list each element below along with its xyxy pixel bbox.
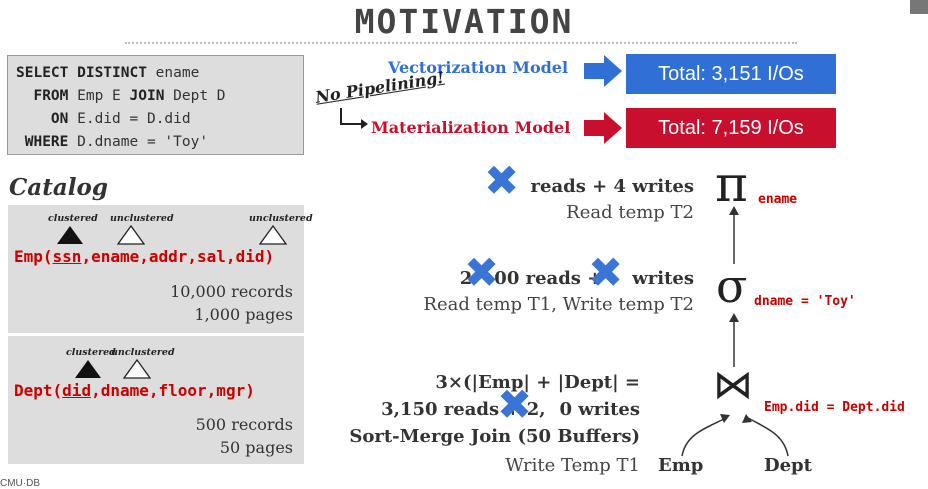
- sql-text: Emp E: [68, 88, 130, 104]
- selection-symbol: σ: [716, 259, 748, 313]
- clustered-index-triangle-icon: [75, 360, 101, 378]
- sql-text: ename: [146, 65, 200, 81]
- selection-cost-text: 00 reads +: [494, 268, 603, 289]
- plan-edge-arrow-icon: [729, 206, 739, 264]
- slide-title: MOTIVATION: [354, 2, 574, 41]
- unclustered-index-triangle-icon: [259, 225, 287, 245]
- selection-cost-line2: Read temp T1, Write temp T2: [423, 294, 694, 315]
- primary-key: did: [62, 381, 92, 400]
- cross-out-icon: ✖: [484, 156, 520, 205]
- table-columns: ,dname,floor,mgr): [91, 381, 255, 400]
- projection-cost-line2: Read temp T2: [566, 202, 694, 223]
- title-divider: [125, 42, 797, 44]
- sql-keyword: JOIN: [129, 88, 165, 104]
- emp-index-label: unclustered: [110, 213, 174, 224]
- projection-symbol: π: [715, 155, 748, 213]
- dept-records: 500 records: [195, 415, 293, 434]
- dept-pages: 50 pages: [219, 438, 293, 457]
- materialization-total: Total: 7,159 I/Os: [626, 108, 836, 148]
- selection-cost-line1: 2 00 reads + writes: [360, 268, 694, 289]
- sql-query-box: SELECT DISTINCT ename FROM Emp E JOIN De…: [7, 55, 304, 155]
- corner-tab: [910, 0, 928, 14]
- projection-cost-line1: reads + 4 writes: [400, 176, 694, 197]
- no-pipelining-note: No Pipelining!: [314, 67, 446, 107]
- sql-text: D.dname = 'Toy': [68, 134, 209, 150]
- projection-cost-text: reads + 4 writes: [530, 176, 694, 197]
- footer-logo: CMU·DB: [0, 478, 40, 489]
- selection-expression: dname = 'Toy': [754, 294, 856, 309]
- emp-index-label: clustered: [48, 213, 98, 224]
- sql-keyword: FROM: [16, 88, 69, 104]
- emp-pages: 1,000 pages: [194, 305, 293, 324]
- join-symbol: ⋈: [713, 362, 753, 408]
- emp-index-label: unclustered: [249, 213, 313, 224]
- join-cost-line4: Write Temp T1: [505, 455, 640, 476]
- join-input-arrows-icon: [681, 414, 789, 457]
- dept-index-label: clustered: [66, 347, 116, 358]
- join-cost-line1: 3×(|Emp| + |Dept| =: [300, 372, 640, 393]
- primary-key: ssn: [52, 247, 82, 266]
- clustered-index-triangle-icon: [57, 226, 83, 244]
- vectorization-total: Total: 3,151 I/Os: [626, 54, 836, 94]
- plan-edge-arrow-icon: [729, 313, 739, 367]
- table-name: Emp(: [14, 247, 53, 266]
- emp-records: 10,000 records: [170, 282, 293, 301]
- selection-cost-text: writes: [632, 268, 694, 289]
- join-cost-line2: 3,150 reads + 2, 0 writes: [300, 399, 640, 420]
- dept-schema: Dept(did,dname,floor,mgr): [14, 381, 255, 400]
- leaf-dept: Dept: [764, 455, 812, 476]
- hook-arrow-icon: [340, 108, 368, 129]
- leaf-emp: Emp: [658, 455, 704, 476]
- emp-schema: Emp(ssn,ename,addr,sal,did): [14, 247, 274, 266]
- cross-out-icon: ✖: [588, 248, 624, 297]
- table-columns: ,ename,addr,sal,did): [81, 247, 275, 266]
- sql-keyword: WHERE: [16, 134, 69, 150]
- projection-expression: ename: [758, 192, 798, 207]
- unclustered-index-triangle-icon: [123, 359, 151, 379]
- sql-text: Dept D: [164, 88, 226, 104]
- join-cost-text: 0 writes: [559, 399, 640, 420]
- join-algorithm: Sort-Merge Join (50 Buffers): [300, 426, 640, 447]
- cross-out-icon: ✖: [464, 248, 500, 297]
- sql-keyword: SELECT DISTINCT: [16, 65, 147, 81]
- table-name: Dept(: [14, 381, 63, 400]
- materialization-label: Materialization Model: [371, 118, 571, 137]
- unclustered-index-triangle-icon: [117, 225, 145, 245]
- cross-out-icon: ✖: [497, 380, 533, 429]
- join-algorithm-text: Sort-Merge Join (50 Buffers): [349, 426, 640, 447]
- sql-text: E.did = D.did: [68, 111, 191, 127]
- sql-keyword: ON: [16, 111, 69, 127]
- materialization-arrow-icon: [584, 112, 622, 144]
- dept-index-label: unclustered: [111, 347, 175, 358]
- vectorization-arrow-icon: [584, 55, 622, 87]
- join-cost-text: 3×(|Emp| + |Dept| =: [435, 372, 640, 393]
- catalog-title: Catalog: [9, 174, 108, 201]
